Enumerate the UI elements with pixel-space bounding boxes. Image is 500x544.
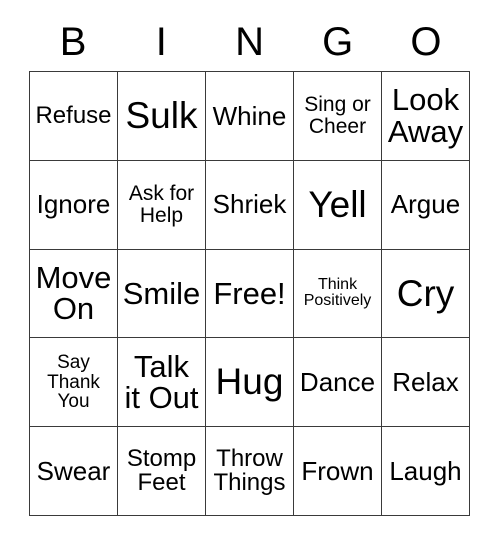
bingo-cell-free[interactable]: Free! <box>206 249 294 339</box>
header-letter-b: B <box>59 20 87 64</box>
bingo-cell-g2[interactable]: Yell <box>294 160 382 250</box>
header-letter-i: I <box>155 20 167 64</box>
header-letter-o: O <box>410 20 442 64</box>
bingo-cell-label: Cry <box>396 272 455 314</box>
bingo-cell-label: Swear <box>36 455 111 486</box>
bingo-cell-i2[interactable]: Ask for Help <box>118 160 206 250</box>
bingo-card: B I N G O Refuse Sulk Whine Sing or Chee… <box>0 0 500 544</box>
bingo-cell-label: Think Positively <box>303 276 372 310</box>
bingo-cell-b5[interactable]: Swear <box>30 427 118 516</box>
bingo-cell-i3[interactable]: Smile <box>118 249 206 339</box>
bingo-cell-i4[interactable]: Talk it Out <box>118 338 206 428</box>
bingo-cell-label: Free! <box>213 275 286 311</box>
bingo-cell-label: Sulk <box>125 95 198 137</box>
bingo-cell-b4[interactable]: Say Thank You <box>30 338 118 428</box>
bingo-cell-label: Look Away <box>387 82 464 149</box>
bingo-cell-g1[interactable]: Sing or Cheer <box>294 72 382 161</box>
bingo-cell-label: Whine <box>212 100 287 131</box>
bingo-cell-label: Smile <box>122 275 201 311</box>
bingo-cell-o3[interactable]: Cry <box>382 249 470 339</box>
bingo-cell-label: Talk it Out <box>124 348 199 416</box>
bingo-cell-n2[interactable]: Shriek <box>206 160 294 250</box>
bingo-cell-label: Hug <box>215 361 284 403</box>
bingo-cell-b1[interactable]: Refuse <box>30 72 118 161</box>
bingo-cell-g5[interactable]: Frown <box>294 427 382 516</box>
bingo-cell-b3[interactable]: Move On <box>30 249 118 339</box>
bingo-cell-label: Ask for Help <box>128 182 195 227</box>
bingo-cell-label: Relax <box>392 367 459 398</box>
bingo-cell-g4[interactable]: Dance <box>294 338 382 428</box>
bingo-cell-i5[interactable]: Stomp Feet <box>118 427 206 516</box>
header-letter-g: G <box>322 20 354 64</box>
bingo-cell-label: Sing or Cheer <box>304 93 371 138</box>
bingo-cell-n5[interactable]: Throw Things <box>206 427 294 516</box>
header-letter-n: N <box>235 20 264 64</box>
bingo-cell-label: Yell <box>308 183 367 225</box>
bingo-cell-label: Dance <box>299 367 376 398</box>
bingo-cell-i1[interactable]: Sulk <box>118 72 206 161</box>
bingo-cell-g3[interactable]: Think Positively <box>294 249 382 339</box>
bingo-cell-n4[interactable]: Hug <box>206 338 294 428</box>
bingo-cell-label: Move On <box>35 259 112 327</box>
bingo-cell-label: Frown <box>301 455 374 486</box>
bingo-cell-label: Argue <box>390 189 461 220</box>
bingo-header-row: B I N G O <box>29 14 470 70</box>
bingo-cell-label: Shriek <box>212 189 287 220</box>
bingo-cell-o2[interactable]: Argue <box>382 160 470 250</box>
bingo-cell-label: Refuse <box>35 101 112 129</box>
bingo-cell-label: Ignore <box>36 189 111 220</box>
bingo-cell-n1[interactable]: Whine <box>206 72 294 161</box>
bingo-cell-b2[interactable]: Ignore <box>30 160 118 250</box>
bingo-cell-label: Laugh <box>389 455 462 486</box>
bingo-cell-o4[interactable]: Relax <box>382 338 470 428</box>
bingo-grid: Refuse Sulk Whine Sing or Cheer Look Awa… <box>29 71 470 516</box>
bingo-cell-o1[interactable]: Look Away <box>382 72 470 161</box>
bingo-cell-label: Throw Things <box>213 444 286 497</box>
bingo-cell-label: Say Thank You <box>47 352 100 412</box>
bingo-cell-label: Stomp Feet <box>126 444 197 497</box>
bingo-cell-o5[interactable]: Laugh <box>382 427 470 516</box>
